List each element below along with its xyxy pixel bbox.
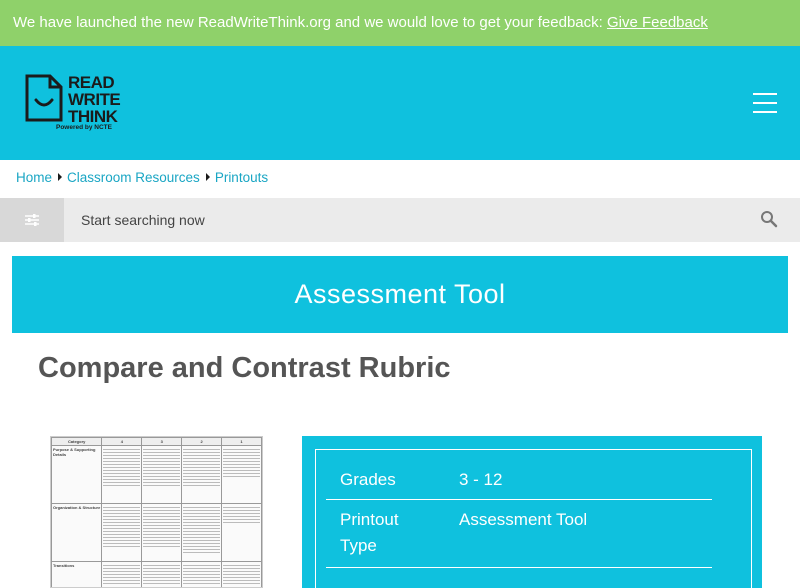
rubric-row-label: Transitions	[51, 561, 103, 587]
rubric-row-label: Organization & Structure	[51, 503, 103, 562]
site-header: READ WRITE THINK Powered by NCTE	[0, 46, 800, 160]
rubric-row-label: Purpose & Supporting Details	[51, 445, 103, 504]
search-bar	[0, 198, 800, 242]
breadcrumb: Home Classroom Resources Printouts	[16, 170, 268, 188]
detail-row-printout-type: Printout Type Assessment Tool	[326, 507, 712, 568]
rubric-header-cell: 4	[101, 437, 143, 446]
feedback-banner: We have launched the new ReadWriteThink.…	[0, 0, 800, 46]
detail-label: Grades	[340, 470, 396, 489]
breadcrumb-classroom-resources[interactable]: Classroom Resources	[67, 170, 200, 185]
breadcrumb-printouts[interactable]: Printouts	[215, 170, 268, 185]
logo-tagline: Powered by NCTE	[56, 124, 112, 131]
chevron-right-icon	[58, 173, 63, 181]
resource-details-panel: Grades 3 - 12 Printout Type Assessment T…	[302, 436, 762, 588]
resource-type-banner: Assessment Tool	[12, 256, 788, 333]
menu-icon[interactable]	[753, 93, 777, 113]
give-feedback-link[interactable]: Give Feedback	[607, 14, 708, 31]
logo-mark-icon	[25, 74, 63, 122]
rubric-preview-table: Category 4 3 2 1 Purpose & Supporting De…	[51, 437, 262, 587]
detail-value: 3 - 12	[459, 470, 503, 489]
detail-value: Assessment Tool	[459, 510, 588, 529]
rubric-header-cell: 3	[141, 437, 183, 446]
page-title: Compare and Contrast Rubric	[38, 352, 451, 384]
search-input[interactable]	[64, 198, 744, 242]
breadcrumb-home[interactable]: Home	[16, 170, 52, 185]
logo-wordmark: READ WRITE THINK	[68, 73, 121, 126]
sliders-icon	[25, 214, 39, 226]
rubric-thumbnail[interactable]: Category 4 3 2 1 Purpose & Supporting De…	[50, 436, 263, 588]
site-logo[interactable]: READ WRITE THINK Powered by NCTE	[24, 74, 134, 134]
feedback-banner-text: We have launched the new ReadWriteThink.…	[13, 14, 607, 31]
detail-label: Printout Type	[340, 510, 399, 555]
rubric-header-cell: 2	[181, 437, 223, 446]
chevron-right-icon	[205, 173, 210, 181]
search-icon[interactable]	[760, 210, 778, 228]
filter-button[interactable]	[0, 198, 64, 242]
detail-row-grades: Grades 3 - 12	[326, 467, 712, 500]
rubric-header-cell: 1	[221, 437, 262, 446]
rubric-header-cell: Category	[51, 437, 103, 446]
